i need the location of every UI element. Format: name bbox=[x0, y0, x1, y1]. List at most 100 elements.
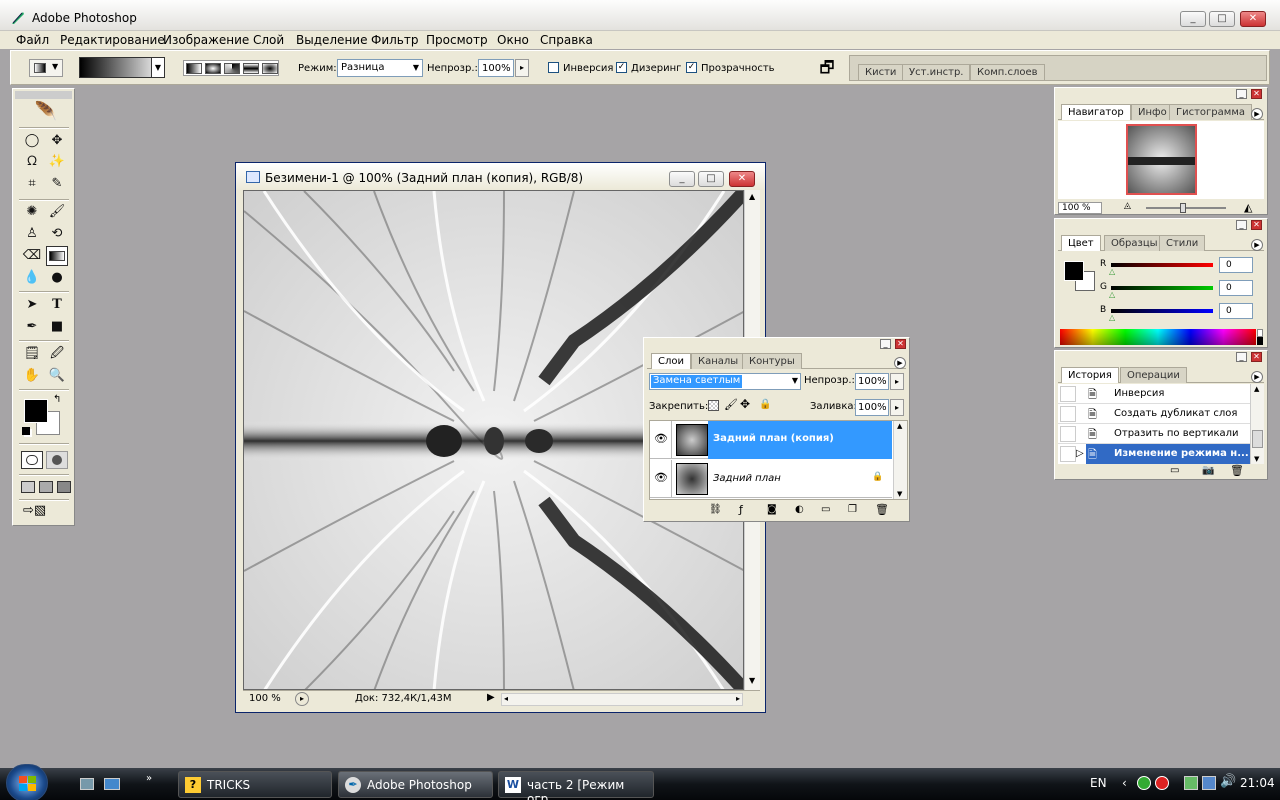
taskbar-button-word[interactable]: W часть 2 [Режим огр... bbox=[498, 771, 654, 800]
file-browser-icon[interactable]: 🗗 bbox=[816, 57, 838, 79]
eyedropper-tool-icon[interactable]: 🖉 bbox=[46, 344, 68, 364]
minimize-button[interactable]: _ bbox=[1180, 11, 1206, 27]
palette-menu-icon[interactable]: ▶ bbox=[894, 357, 906, 369]
blur-tool-icon[interactable]: 💧 bbox=[21, 268, 43, 288]
magic-wand-tool-icon[interactable]: ✨ bbox=[46, 152, 68, 172]
menu-help[interactable]: Справка bbox=[540, 33, 593, 47]
ramp-black-swatch[interactable] bbox=[1257, 337, 1263, 345]
quick-launch-chevron-icon[interactable]: » bbox=[146, 773, 152, 784]
blue-slider-track[interactable] bbox=[1111, 309, 1213, 313]
zoom-in-icon[interactable]: ◭ bbox=[1244, 201, 1252, 214]
standard-mode-button[interactable] bbox=[21, 451, 43, 469]
ramp-white-swatch[interactable] bbox=[1257, 329, 1263, 337]
layer-visibility-toggle[interactable]: 👁 bbox=[650, 421, 672, 459]
history-snapshot-source[interactable] bbox=[1060, 446, 1076, 462]
menu-layer[interactable]: Слой bbox=[253, 33, 284, 47]
pen-tool-icon[interactable]: ✒ bbox=[21, 317, 43, 337]
gradient-dropdown-arrow[interactable]: ▼ bbox=[151, 58, 164, 77]
color-ramp[interactable] bbox=[1060, 329, 1256, 345]
menu-filter[interactable]: Фильтр bbox=[371, 33, 418, 47]
zoom-slider-thumb[interactable] bbox=[1180, 203, 1186, 213]
menu-view[interactable]: Просмотр bbox=[426, 33, 488, 47]
layer-visibility-toggle[interactable]: 👁 bbox=[650, 460, 672, 498]
clone-stamp-tool-icon[interactable]: ♙ bbox=[21, 224, 43, 244]
tab-history[interactable]: История bbox=[1061, 367, 1119, 383]
marquee-tool-icon[interactable]: ◯ bbox=[21, 131, 43, 151]
opacity-input[interactable]: 100% bbox=[478, 59, 514, 77]
palette-minimize-button[interactable]: _ bbox=[1236, 220, 1247, 230]
history-scrollbar[interactable]: ▲ ▼ bbox=[1250, 384, 1264, 464]
dither-checkbox[interactable]: ✓ bbox=[616, 62, 627, 73]
palette-minimize-button[interactable]: _ bbox=[880, 339, 891, 349]
tab-info[interactable]: Инфо bbox=[1131, 104, 1174, 120]
history-state-slider-icon[interactable]: ▷ bbox=[1076, 448, 1084, 459]
zoom-out-icon[interactable]: ◬ bbox=[1124, 201, 1131, 211]
scroll-right-arrow-icon[interactable]: ▸ bbox=[736, 694, 740, 703]
zoom-slider-track[interactable] bbox=[1146, 207, 1226, 209]
history-item[interactable]: 🗎 Инверсия bbox=[1058, 384, 1250, 404]
color-palette-titlebar[interactable]: _ ✕ bbox=[1055, 219, 1267, 231]
tab-styles[interactable]: Стили bbox=[1159, 235, 1206, 251]
history-snapshot-source[interactable] bbox=[1060, 386, 1076, 402]
rectangle-tool-icon[interactable]: ■ bbox=[46, 317, 68, 337]
palette-menu-icon[interactable]: ▶ bbox=[1251, 108, 1263, 120]
green-slider-track[interactable] bbox=[1111, 286, 1213, 290]
menu-image[interactable]: Изображение bbox=[163, 33, 249, 47]
zoom-level[interactable]: 100 % bbox=[249, 693, 281, 704]
layer-style-icon[interactable]: ƒ bbox=[739, 503, 743, 516]
default-colors-icon[interactable] bbox=[22, 427, 30, 435]
palette-menu-icon[interactable]: ▶ bbox=[1251, 371, 1263, 383]
taskbar-button-photoshop[interactable]: ✒ Adobe Photoshop bbox=[338, 771, 493, 798]
lock-transparency-icon[interactable] bbox=[708, 400, 719, 411]
well-tab-brushes[interactable]: Кисти bbox=[858, 64, 904, 80]
layer-opacity-input[interactable]: 100% bbox=[855, 373, 889, 390]
adjustment-layer-icon[interactable]: ◐ bbox=[795, 504, 804, 515]
network-tray-icon[interactable] bbox=[1202, 776, 1216, 790]
toolbox-grip[interactable] bbox=[15, 91, 72, 99]
navigator-zoom-value[interactable]: 100 % bbox=[1058, 202, 1102, 214]
document-close-button[interactable]: ✕ bbox=[729, 171, 755, 187]
layers-palette-titlebar[interactable]: _ ✕ bbox=[644, 338, 909, 350]
gradient-tool-icon[interactable] bbox=[46, 246, 68, 266]
green-slider-thumb[interactable]: △ bbox=[1109, 290, 1115, 299]
history-item[interactable]: 🗎 Отразить по вертикали bbox=[1058, 424, 1250, 444]
document-title-bar[interactable]: Безимени-1 @ 100% (Задний план (копия), … bbox=[236, 163, 765, 190]
transparency-checkbox[interactable]: ✓ bbox=[686, 62, 697, 73]
hand-tool-icon[interactable]: ✋ bbox=[21, 366, 43, 386]
crop-tool-icon[interactable]: ⌗ bbox=[21, 174, 43, 194]
type-tool-icon[interactable]: T bbox=[46, 295, 68, 315]
standard-screen-mode-icon[interactable] bbox=[21, 481, 35, 493]
slice-tool-icon[interactable]: ✎ bbox=[46, 174, 68, 194]
tab-histogram[interactable]: Гистограмма bbox=[1169, 104, 1252, 120]
quick-mask-button[interactable] bbox=[46, 451, 68, 469]
scroll-up-arrow-icon[interactable]: ▲ bbox=[897, 422, 902, 430]
history-snapshot-source[interactable] bbox=[1060, 426, 1076, 442]
tab-layers[interactable]: Слои bbox=[651, 353, 691, 369]
linear-gradient-button[interactable] bbox=[186, 63, 202, 74]
swap-colors-icon[interactable]: ↰ bbox=[53, 394, 61, 405]
palette-close-button[interactable]: ✕ bbox=[1251, 89, 1262, 99]
layer-opacity-slider-button[interactable]: ▸ bbox=[890, 373, 904, 390]
opacity-slider-button[interactable]: ▸ bbox=[515, 59, 529, 77]
jump-to-imageready-icon[interactable]: ⇨▧ bbox=[23, 503, 67, 521]
angle-gradient-button[interactable] bbox=[224, 63, 240, 74]
scroll-down-arrow-icon[interactable]: ▼ bbox=[1254, 455, 1259, 463]
navigator-view-box[interactable] bbox=[1126, 124, 1197, 195]
red-slider-thumb[interactable]: △ bbox=[1109, 267, 1115, 276]
history-snapshot-source[interactable] bbox=[1060, 406, 1076, 422]
scroll-up-arrow-icon[interactable]: ▲ bbox=[749, 192, 755, 201]
history-brush-tool-icon[interactable]: ⟲ bbox=[46, 224, 68, 244]
delete-state-icon[interactable]: 🗑 bbox=[1230, 464, 1244, 477]
lasso-tool-icon[interactable]: ᘯ bbox=[21, 152, 43, 172]
document-maximize-button[interactable]: □ bbox=[698, 171, 724, 187]
tray-expand-chevron-icon[interactable]: ‹ bbox=[1122, 776, 1127, 790]
lock-all-icon[interactable]: 🔒 bbox=[759, 399, 771, 410]
tab-color[interactable]: Цвет bbox=[1061, 235, 1101, 251]
dodge-tool-icon[interactable]: ● bbox=[46, 268, 68, 288]
messenger-tray-icon[interactable] bbox=[1137, 776, 1151, 790]
history-item[interactable]: 🗎 Создать дубликат слоя bbox=[1058, 404, 1250, 424]
scroll-down-arrow-icon[interactable]: ▼ bbox=[897, 490, 902, 498]
tab-navigator[interactable]: Навигатор bbox=[1061, 104, 1131, 120]
foreground-color-swatch[interactable] bbox=[24, 399, 48, 423]
well-tab-layer-comps[interactable]: Комп.слоев bbox=[970, 64, 1045, 80]
